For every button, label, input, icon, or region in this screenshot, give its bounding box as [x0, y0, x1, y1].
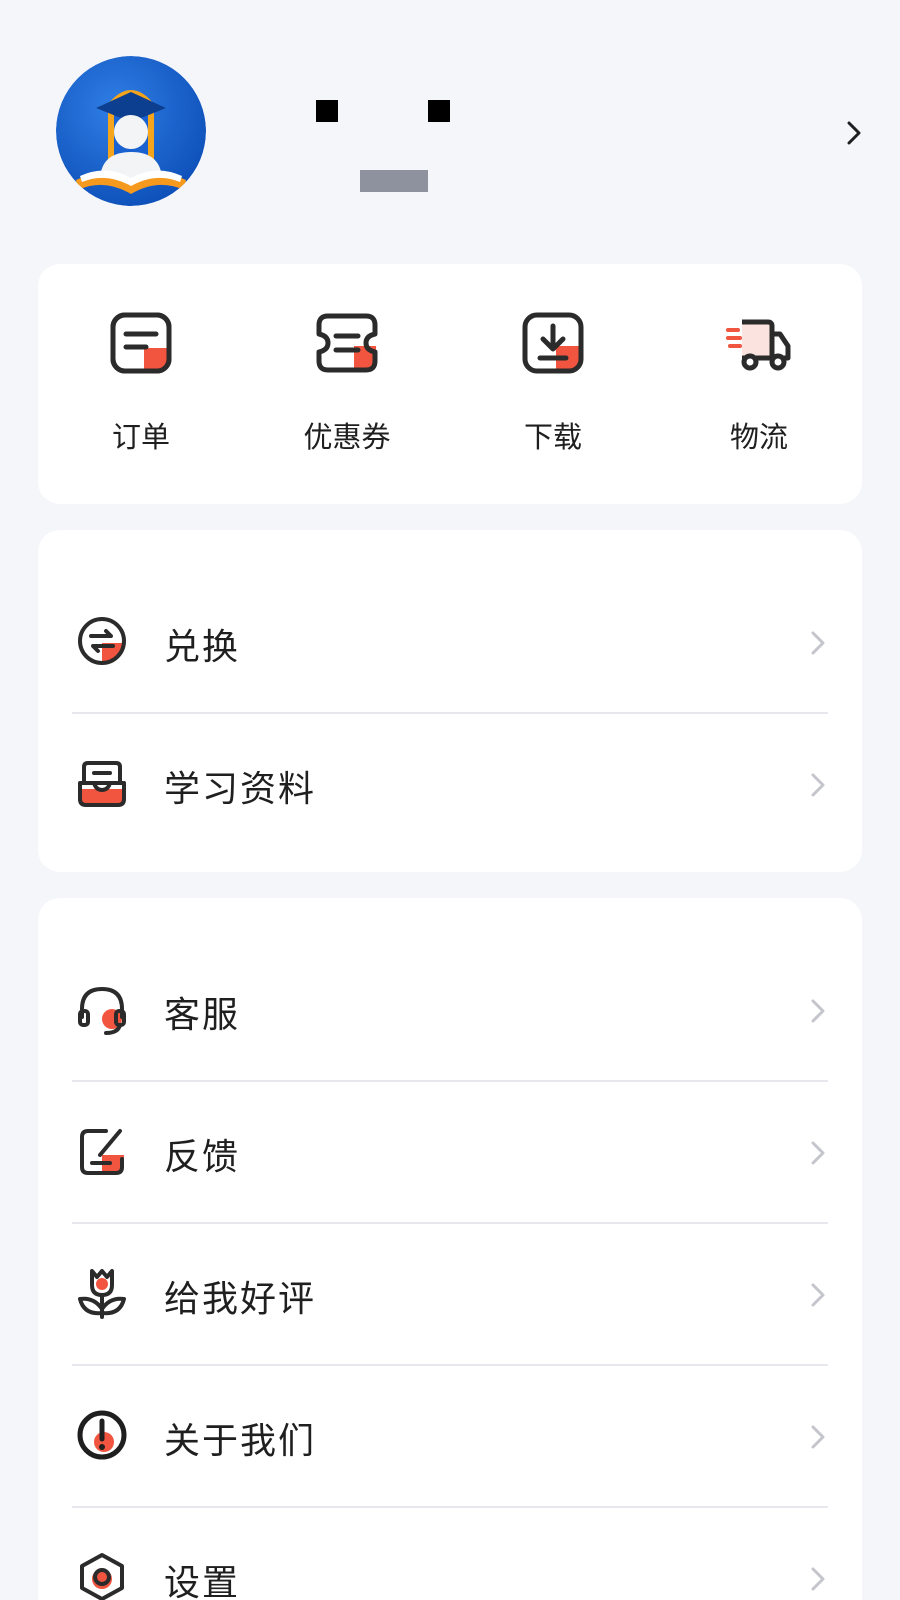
menu-item-customer-service[interactable]: 客服: [38, 938, 862, 1080]
settings-hexagon-icon: [80, 1553, 124, 1600]
menu-item-label: 学习资料: [164, 769, 317, 810]
quick-action-label: 下载: [523, 420, 582, 454]
inbox-icon: [78, 761, 126, 807]
menu-item-label: 兑换: [164, 627, 241, 668]
flower-icon: [78, 1269, 126, 1319]
quick-action-coupon[interactable]: 优惠券: [244, 264, 450, 504]
menu-item-label: 设置: [164, 1563, 241, 1600]
quick-action-label: 优惠券: [303, 420, 391, 454]
chevron-right-icon: [811, 1283, 825, 1307]
info-alert-icon: [77, 1410, 127, 1460]
chevron-right-icon[interactable]: [840, 118, 868, 148]
menu-item-label: 关于我们: [164, 1421, 317, 1462]
menu-item-label: 客服: [164, 995, 241, 1036]
menu-item-label: 反馈: [164, 1137, 241, 1178]
redacted-subtitle-block: [360, 170, 428, 192]
chevron-right-icon: [811, 773, 825, 797]
download-icon: [522, 312, 584, 374]
menu-item-label: 给我好评: [164, 1279, 317, 1320]
menu-item-about-us[interactable]: 关于我们: [38, 1364, 862, 1506]
truck-icon: [726, 319, 791, 371]
quick-action-logistics[interactable]: 物流: [656, 264, 862, 504]
menu-item-feedback[interactable]: 反馈: [38, 1080, 862, 1222]
chevron-right-icon: [811, 999, 825, 1023]
quick-action-label: 订单: [111, 420, 170, 454]
redacted-name-block: [428, 100, 450, 122]
headset-icon: [78, 986, 126, 1035]
feedback-edit-icon: [80, 1129, 124, 1175]
quick-action-order[interactable]: 订单: [38, 264, 244, 504]
coupon-icon: [316, 313, 378, 373]
order-icon: [110, 312, 172, 374]
exchange-icon: [78, 617, 126, 665]
quick-action-download[interactable]: 下载: [450, 264, 656, 504]
avatar[interactable]: [56, 56, 206, 206]
quick-actions-card: 订单 优惠券 下载 物流: [38, 264, 862, 504]
menu-card-1: 兑换 学习资料: [38, 530, 862, 872]
redacted-name-block: [316, 100, 338, 122]
menu-item-exchange[interactable]: 兑换: [38, 570, 862, 712]
menu-card-2: 客服 反馈 给我好评 关于我们 设置: [38, 898, 862, 1600]
chevron-right-icon: [811, 631, 825, 655]
menu-item-settings[interactable]: 设置: [38, 1506, 862, 1600]
menu-item-study-materials[interactable]: 学习资料: [38, 712, 862, 854]
profile-header[interactable]: [0, 0, 900, 250]
chevron-right-icon: [811, 1425, 825, 1449]
graduate-book-avatar-icon: [56, 56, 206, 206]
chevron-right-icon: [811, 1567, 825, 1591]
chevron-right-icon: [811, 1141, 825, 1165]
quick-action-label: 物流: [729, 420, 788, 454]
menu-item-rate-us[interactable]: 给我好评: [38, 1222, 862, 1364]
